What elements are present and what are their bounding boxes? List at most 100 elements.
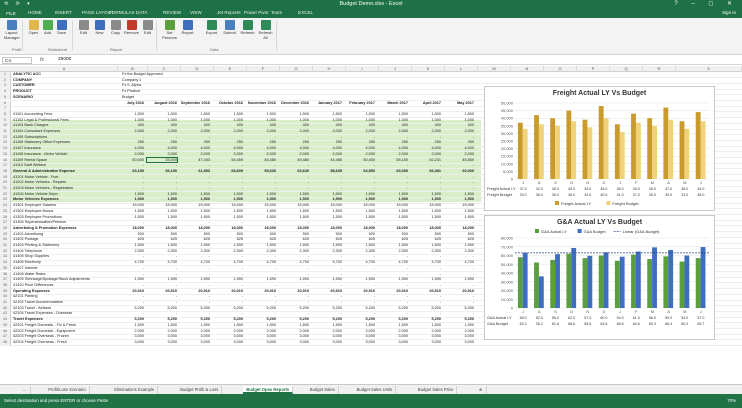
freight-chart[interactable]: Freight Actual LY Vs Budget 0 5,000 10,000… (484, 86, 715, 211)
value-cell[interactable]: - (114, 175, 144, 179)
value-cell[interactable]: 5,200 (147, 306, 177, 310)
value-cell[interactable]: 2,000 (444, 129, 474, 133)
value-cell[interactable]: 55,150 (378, 158, 408, 162)
value-cell[interactable]: - (345, 135, 375, 139)
bar[interactable] (522, 128, 528, 179)
value-cell[interactable]: 1,500 (114, 112, 144, 116)
account-label[interactable]: 41409 Shrinkage/Spoilage/Stock Adjustmen… (13, 277, 113, 281)
value-cell[interactable]: - (279, 163, 309, 167)
value-cell[interactable]: - (378, 272, 408, 276)
value-cell[interactable]: 1,500 (114, 209, 144, 213)
sheet-tab[interactable]: ... (20, 386, 31, 394)
value-cell[interactable]: 1,500 (213, 192, 243, 196)
value-cell[interactable]: 500 (213, 232, 243, 236)
ribbon-tab[interactable]: DATA (136, 10, 148, 15)
account-label[interactable]: 42201 Freight Domestic - Fix & Fresh (13, 323, 113, 327)
value-cell[interactable]: 4,000 (312, 146, 342, 150)
value-cell[interactable]: 250 (345, 140, 375, 144)
header-value[interactable]: Company 1 (122, 78, 141, 82)
account-label[interactable]: 41406 Electricity (13, 260, 113, 264)
value-cell[interactable]: 15,000 (147, 203, 177, 207)
value-cell[interactable]: 1,500 (279, 209, 309, 213)
value-cell[interactable]: 400 (411, 123, 441, 127)
value-cell[interactable]: 4,000 (444, 146, 474, 150)
value-cell[interactable]: - (114, 294, 144, 298)
value-cell[interactable]: 1,590 (378, 277, 408, 281)
value-cell[interactable]: 1,500 (213, 197, 243, 201)
value-cell[interactable]: - (444, 163, 474, 167)
value-cell[interactable]: 5,200 (411, 306, 441, 310)
value-cell[interactable]: 625 (378, 237, 408, 241)
value-cell[interactable]: - (279, 220, 309, 224)
value-cell[interactable]: - (444, 220, 474, 224)
value-cell[interactable]: 250 (312, 140, 342, 144)
value-cell[interactable]: 1,500 (147, 243, 177, 247)
value-cell[interactable]: - (345, 300, 375, 304)
value-cell[interactable]: 400 (114, 123, 144, 127)
value-cell[interactable]: - (180, 294, 210, 298)
bar[interactable] (555, 125, 560, 179)
value-cell[interactable]: - (279, 180, 309, 184)
ribbon-button[interactable]: Open (26, 20, 41, 36)
value-cell[interactable]: 1,500 (345, 215, 375, 219)
value-cell[interactable]: - (213, 175, 243, 179)
value-cell[interactable]: 2,300 (444, 249, 474, 253)
value-cell[interactable]: 3,000 (444, 334, 474, 338)
value-cell[interactable]: - (114, 272, 144, 276)
ribbon-button[interactable]: Edit (76, 20, 91, 36)
ribbon-tab[interactable]: REVIEW (163, 10, 181, 15)
value-cell[interactable]: 2,000 (411, 329, 441, 333)
value-cell[interactable]: 4,000 (345, 146, 375, 150)
ribbon-button[interactable]: Report (180, 20, 195, 36)
ribbon-tab[interactable]: FILE (0, 9, 22, 18)
value-cell[interactable]: 625 (213, 237, 243, 241)
bar[interactable] (571, 247, 577, 308)
value-cell[interactable]: 250 (246, 140, 276, 144)
value-cell[interactable]: - (180, 311, 210, 315)
value-cell[interactable]: - (114, 220, 144, 224)
value-cell[interactable]: - (411, 175, 441, 179)
value-cell[interactable]: 2,000 (279, 152, 309, 156)
value-cell[interactable]: 1,500 (378, 209, 408, 213)
value-cell[interactable]: - (411, 186, 441, 190)
value-cell[interactable]: 50,400 (345, 158, 375, 162)
value-cell[interactable]: 3,000 (114, 340, 144, 344)
value-cell[interactable]: 20,910 (378, 289, 408, 293)
value-cell[interactable]: 1,590 (147, 277, 177, 281)
ribbon-button[interactable]: Add (40, 20, 55, 36)
bar[interactable] (635, 122, 641, 179)
window-controls[interactable]: ? – ◻ ✕ (674, 0, 738, 7)
value-cell[interactable]: 20,910 (114, 289, 144, 293)
ribbon-tab[interactable]: Team (271, 10, 282, 15)
value-cell[interactable]: 1,500 (147, 192, 177, 196)
value-cell[interactable]: 625 (345, 237, 375, 241)
value-cell[interactable]: 1,000 (411, 118, 441, 122)
bar[interactable] (647, 118, 653, 179)
value-cell[interactable]: 1,590 (444, 277, 474, 281)
value-cell[interactable]: 1,500 (345, 112, 375, 116)
account-label[interactable]: 41302 Employee Bonus (13, 209, 113, 213)
value-cell[interactable]: 20,910 (312, 289, 342, 293)
ribbon-tab[interactable]: HOME (28, 10, 42, 15)
value-cell[interactable]: 5,200 (312, 317, 342, 321)
value-cell[interactable]: 52,231 (411, 158, 441, 162)
account-label[interactable]: 41404 Telephone (13, 249, 113, 253)
account-label[interactable]: Travel Expenses (13, 317, 113, 321)
account-label[interactable]: Advertising & Promotion Expenses (13, 226, 113, 230)
value-cell[interactable]: - (345, 220, 375, 224)
value-cell[interactable]: - (246, 186, 276, 190)
value-cell[interactable]: 1,500 (312, 323, 342, 327)
value-cell[interactable]: 1,500 (246, 192, 276, 196)
value-cell[interactable]: - (147, 254, 177, 258)
value-cell[interactable]: 1,500 (312, 243, 342, 247)
bar[interactable] (603, 252, 609, 308)
account-label[interactable]: 41105 Subscriptions (13, 135, 113, 139)
value-cell[interactable]: 2,000 (180, 329, 210, 333)
sheet-tab[interactable]: Budget Sales (307, 386, 339, 394)
value-cell[interactable]: 500 (444, 232, 474, 236)
value-cell[interactable]: 15,000 (312, 203, 342, 207)
ribbon-tab[interactable]: INSERT (55, 10, 72, 15)
value-cell[interactable]: 15,000 (279, 203, 309, 207)
value-cell[interactable]: 15,000 (444, 203, 474, 207)
value-cell[interactable]: 500 (312, 232, 342, 236)
